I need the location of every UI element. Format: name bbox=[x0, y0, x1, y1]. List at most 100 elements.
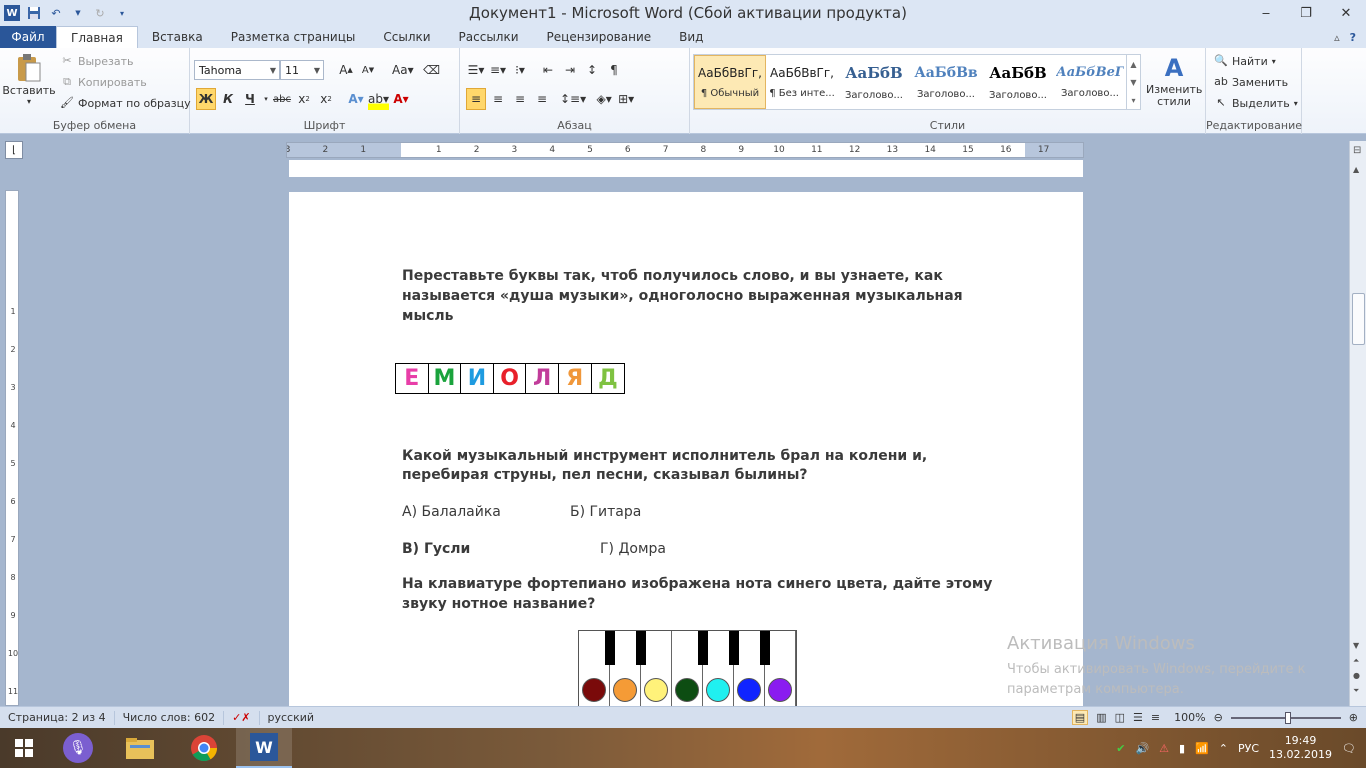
superscript-icon[interactable]: x2 bbox=[316, 88, 336, 110]
strikethrough-icon[interactable]: abc bbox=[272, 88, 292, 110]
file-explorer-button[interactable] bbox=[108, 728, 172, 768]
replace-button[interactable]: ab Заменить bbox=[1214, 75, 1288, 89]
underline-button[interactable]: Ч bbox=[240, 88, 260, 110]
decrease-indent-icon[interactable]: ⇤ bbox=[538, 59, 558, 81]
zoom-slider[interactable] bbox=[1230, 711, 1341, 724]
next-page-icon[interactable]: ⏷ bbox=[1353, 686, 1359, 696]
word-count[interactable]: Число слов: 602 bbox=[115, 710, 225, 725]
change-case-icon[interactable]: Aa▾ bbox=[392, 59, 414, 81]
align-right-icon[interactable]: ≡ bbox=[510, 88, 530, 110]
cut-button[interactable]: ✂ Вырезать bbox=[60, 54, 133, 68]
borders-icon[interactable]: ⊞▾ bbox=[616, 88, 636, 110]
zoom-out-icon[interactable]: ⊖ bbox=[1214, 711, 1223, 724]
format-painter-button[interactable]: 🖌 Формат по образцу bbox=[60, 96, 191, 110]
full-reading-icon[interactable]: ▥ bbox=[1096, 711, 1106, 724]
vertical-ruler[interactable]: 1 2 3 4 5 6 7 8 9 10 11 bbox=[5, 190, 19, 706]
word-app-icon[interactable]: W bbox=[4, 5, 20, 21]
highlight-icon[interactable]: ab▾ bbox=[368, 88, 389, 110]
paste-button[interactable]: Вставить ▾ bbox=[2, 52, 56, 106]
start-button[interactable] bbox=[0, 728, 48, 768]
browse-object-icon[interactable]: ● bbox=[1353, 671, 1360, 680]
bold-button[interactable]: Ж bbox=[196, 88, 216, 110]
select-dropdown-icon[interactable]: ▾ bbox=[1294, 99, 1298, 108]
scroll-down-icon[interactable]: ▼ bbox=[1130, 78, 1136, 87]
battery-icon[interactable]: ▮ bbox=[1179, 742, 1185, 755]
cortana-button[interactable]: 🎙 bbox=[48, 728, 108, 768]
grow-font-icon[interactable]: A ▲ bbox=[336, 59, 356, 81]
chrome-button[interactable] bbox=[172, 728, 236, 768]
network-icon[interactable]: 📶 bbox=[1195, 742, 1209, 755]
scroll-thumb[interactable] bbox=[1352, 293, 1365, 345]
notifications-icon[interactable]: 🗨 bbox=[1342, 742, 1356, 755]
find-dropdown-icon[interactable]: ▾ bbox=[1272, 57, 1276, 66]
previous-page-icon[interactable]: ⏶ bbox=[1353, 656, 1359, 666]
style-heading-2[interactable]: АаБбВв Заголово... bbox=[910, 55, 982, 109]
customize-qat-icon[interactable]: ▾ bbox=[114, 5, 130, 21]
change-styles-button[interactable]: A Изменить стили bbox=[1146, 52, 1202, 108]
bullets-icon[interactable]: ☰▾ bbox=[466, 59, 486, 81]
scroll-down-arrow[interactable]: ▼ bbox=[1353, 641, 1359, 650]
document-page[interactable]: Переставьте буквы так, чтоб получилось с… bbox=[289, 192, 1083, 712]
style-title[interactable]: АаБбВ Заголово... bbox=[982, 55, 1054, 109]
scroll-up-icon[interactable]: ▲ bbox=[1130, 60, 1136, 69]
style-heading-1[interactable]: АаБбВ Заголово... bbox=[838, 55, 910, 109]
tab-file[interactable]: Файл bbox=[0, 26, 56, 48]
minimize-button[interactable]: ‒ bbox=[1246, 0, 1286, 26]
find-button[interactable]: 🔍 Найти ▾ bbox=[1214, 54, 1276, 68]
outline-icon[interactable]: ☰ bbox=[1133, 711, 1143, 724]
paste-dropdown-icon[interactable]: ▾ bbox=[27, 97, 31, 106]
undo-icon[interactable]: ↶ bbox=[48, 5, 64, 21]
font-name-combo[interactable]: Tahoma ▼ bbox=[194, 60, 280, 80]
page-counter[interactable]: Страница: 2 из 4 bbox=[0, 710, 115, 725]
font-size-dropdown-icon[interactable]: ▼ bbox=[314, 66, 323, 75]
zoom-in-icon[interactable]: ⊕ bbox=[1349, 711, 1358, 724]
shrink-font-icon[interactable]: A ▼ bbox=[358, 59, 378, 81]
zoom-knob[interactable] bbox=[1284, 711, 1291, 724]
show-marks-icon[interactable]: ¶ bbox=[604, 59, 624, 81]
volume-icon[interactable]: 🔊 bbox=[1135, 742, 1149, 755]
style-subtitle[interactable]: АаБбВеГ Заголово... bbox=[1054, 55, 1126, 109]
align-left-icon[interactable]: ≡ bbox=[466, 88, 486, 110]
style-no-spacing[interactable]: АаБбВвГг, ¶ Без инте... bbox=[766, 55, 838, 109]
security-icon[interactable]: ⚠ bbox=[1159, 742, 1169, 755]
more-styles-icon[interactable]: ▾ bbox=[1131, 96, 1135, 105]
font-name-dropdown-icon[interactable]: ▼ bbox=[270, 66, 279, 75]
tab-page-layout[interactable]: Разметка страницы bbox=[217, 26, 370, 48]
tab-view[interactable]: Вид bbox=[665, 26, 717, 48]
close-button[interactable]: ✕ bbox=[1326, 0, 1366, 26]
subscript-icon[interactable]: x2 bbox=[294, 88, 314, 110]
redo-icon[interactable]: ↻ bbox=[92, 5, 108, 21]
justify-icon[interactable]: ≡ bbox=[532, 88, 552, 110]
style-normal[interactable]: АаБбВвГг, ¶ Обычный bbox=[694, 55, 766, 109]
tab-references[interactable]: Ссылки bbox=[369, 26, 444, 48]
font-size-combo[interactable]: 11 ▼ bbox=[280, 60, 324, 80]
copy-button[interactable]: ⧉ Копировать bbox=[60, 75, 147, 89]
font-color-icon[interactable]: A▾ bbox=[391, 88, 411, 110]
tab-mailings[interactable]: Рассылки bbox=[445, 26, 533, 48]
vertical-scrollbar[interactable]: ⊟ ▲ ▼ ⏶ ● ⏷ bbox=[1349, 141, 1366, 706]
increase-indent-icon[interactable]: ⇥ bbox=[560, 59, 580, 81]
shading-icon[interactable]: ◈▾ bbox=[594, 88, 614, 110]
restore-button[interactable]: ❐ bbox=[1286, 0, 1326, 26]
clear-formatting-icon[interactable]: ⌫ bbox=[422, 59, 442, 81]
horizontal-ruler[interactable]: 1234567891011121314151617123 bbox=[286, 142, 1084, 158]
select-button[interactable]: ↖ Выделить ▾ bbox=[1214, 96, 1298, 110]
undo-dropdown-icon[interactable]: ▼ bbox=[70, 5, 86, 21]
defender-icon[interactable]: ✔ bbox=[1116, 742, 1125, 755]
ruler-toggle-icon[interactable]: ⊟ bbox=[1353, 145, 1361, 156]
tab-review[interactable]: Рецензирование bbox=[533, 26, 666, 48]
clock[interactable]: 19:49 13.02.2019 bbox=[1269, 734, 1332, 762]
language-indicator[interactable]: русский bbox=[260, 711, 323, 725]
line-spacing-icon[interactable]: ↕≡▾ bbox=[560, 88, 586, 110]
multilevel-list-icon[interactable]: ⁝▾ bbox=[510, 59, 530, 81]
numbering-icon[interactable]: ≡▾ bbox=[488, 59, 508, 81]
italic-button[interactable]: К bbox=[218, 88, 238, 110]
help-icon[interactable]: ? bbox=[1350, 31, 1356, 44]
sort-icon[interactable]: ↕ bbox=[582, 59, 602, 81]
text-effects-icon[interactable]: A▾ bbox=[346, 88, 366, 110]
styles-scrollbar[interactable]: ▲ ▼ ▾ bbox=[1126, 55, 1140, 109]
word-taskbar-button[interactable]: W bbox=[236, 728, 292, 768]
zoom-level[interactable]: 100% bbox=[1174, 711, 1205, 724]
align-center-icon[interactable]: ≡ bbox=[488, 88, 508, 110]
print-layout-icon[interactable]: ▤ bbox=[1071, 710, 1089, 725]
